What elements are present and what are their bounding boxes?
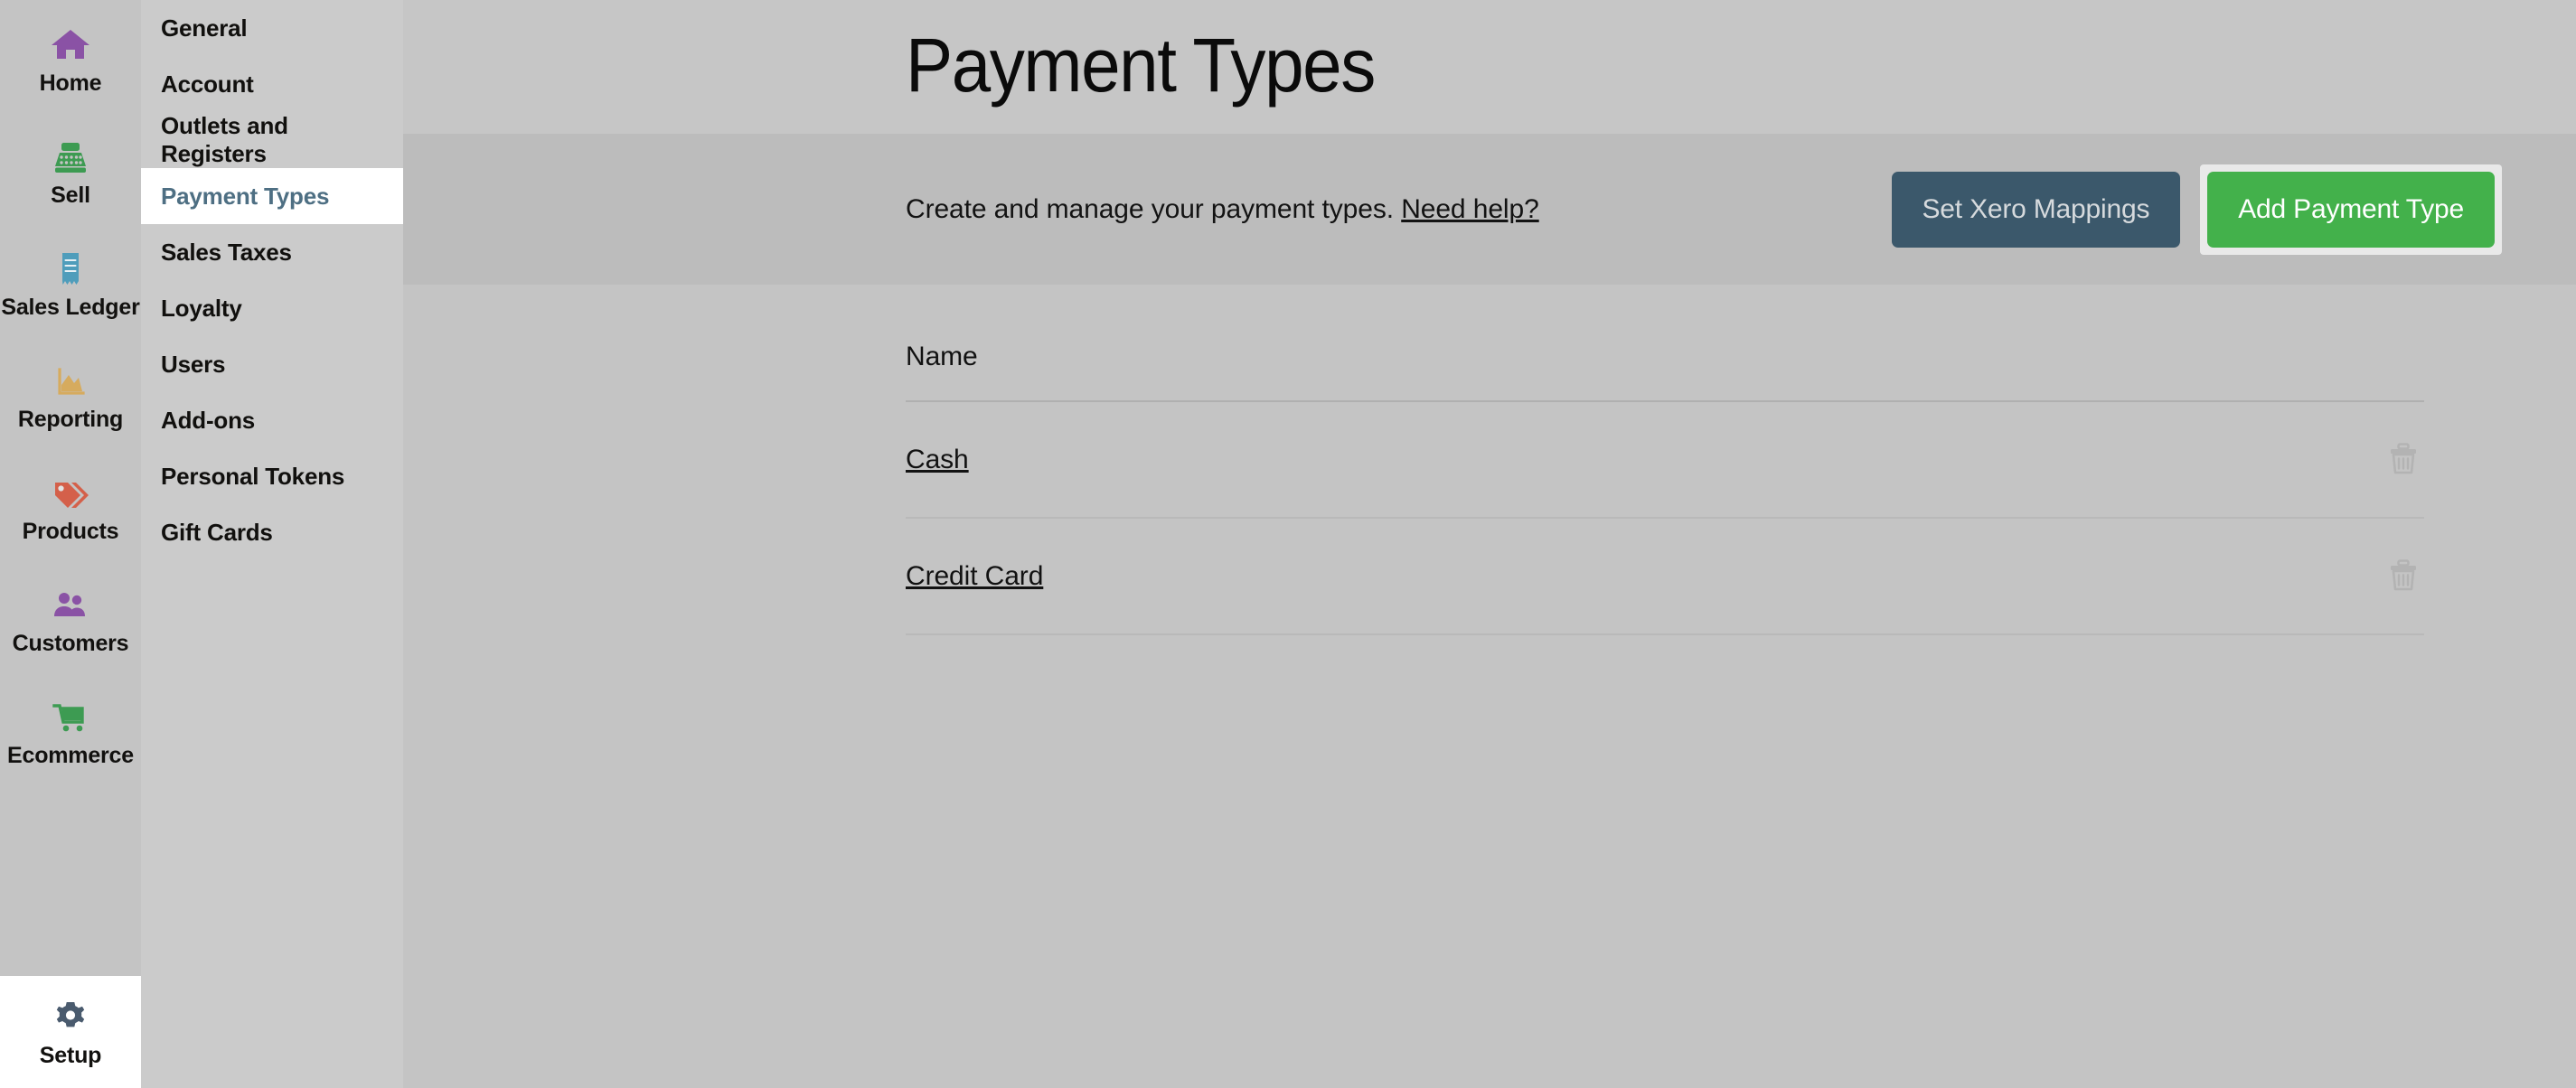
table-body: Cash Credit Card — [906, 401, 2424, 635]
price-tag-icon — [50, 473, 91, 514]
rail-item-label: Setup — [39, 1043, 102, 1068]
table-row: Credit Card — [906, 518, 2424, 635]
subnav-item-users[interactable]: Users — [141, 336, 403, 392]
subnav-item-sales-taxes[interactable]: Sales Taxes — [141, 224, 403, 280]
main-content: Payment Types Create and manage your pay… — [403, 0, 2576, 1088]
table-head: Name — [906, 342, 2424, 402]
subnav-item-label: Payment Types — [161, 182, 330, 210]
payment-types-table: Name Cash Credit Card — [906, 342, 2424, 635]
rail-item-label: Sell — [51, 183, 90, 208]
subnav-item-personal-tokens[interactable]: Personal Tokens — [141, 448, 403, 504]
home-icon — [50, 24, 91, 66]
rail-item-home[interactable]: Home — [0, 4, 141, 116]
rail-item-label: Sales Ledger — [1, 295, 140, 320]
add-payment-type-button[interactable]: Add Payment Type — [2207, 171, 2495, 248]
area-chart-icon — [50, 361, 91, 402]
rail-item-setup[interactable]: Setup — [0, 976, 141, 1088]
subheader-description: Create and manage your payment types. Ne… — [906, 194, 1539, 225]
rail-item-sell[interactable]: Sell — [0, 116, 141, 228]
shopping-cart-icon — [50, 697, 91, 738]
table-row: Cash — [906, 401, 2424, 519]
rail-item-label: Products — [22, 519, 119, 544]
rail-item-products[interactable]: Products — [0, 452, 141, 564]
subnav-item-label: Outlets and Registers — [161, 112, 288, 167]
set-xero-mappings-button[interactable]: Set Xero Mappings — [1891, 171, 2181, 248]
cell-name: Credit Card — [906, 518, 2316, 635]
rail-item-label: Reporting — [17, 407, 124, 432]
subnav-item-label: Users — [161, 350, 226, 378]
page-title: Payment Types — [906, 23, 1376, 108]
subheader-bar: Create and manage your payment types. Ne… — [403, 134, 2576, 285]
delete-payment-type-button[interactable] — [2383, 555, 2424, 596]
payment-types-table-wrapper: Name Cash Credit Card — [906, 285, 2424, 635]
need-help-link[interactable]: Need help? — [1401, 194, 1539, 224]
rail-spacer — [0, 788, 141, 976]
subnav-item-label: Add-ons — [161, 406, 256, 434]
subnav-item-label: Gift Cards — [161, 518, 273, 546]
subnav-item-general[interactable]: General — [141, 0, 403, 56]
column-header-actions — [2316, 342, 2424, 402]
subheader-description-text: Create and manage your payment types. — [906, 193, 1394, 224]
rail-item-reporting[interactable]: Reporting — [0, 340, 141, 452]
payment-type-link-cash[interactable]: Cash — [906, 445, 969, 474]
trash-icon — [2388, 558, 2419, 593]
column-header-name: Name — [906, 342, 2316, 402]
rail-item-label: Customers — [12, 631, 129, 656]
trash-icon — [2388, 442, 2419, 476]
settings-subnav: General Account Outlets and Registers Pa… — [141, 0, 403, 1088]
subnav-item-label: Sales Taxes — [161, 238, 292, 266]
subnav-item-account[interactable]: Account — [141, 56, 403, 112]
content-area: Name Cash Credit Card — [403, 285, 2576, 1088]
cell-actions — [2316, 401, 2424, 519]
delete-payment-type-button[interactable] — [2383, 438, 2424, 480]
primary-nav-rail: Home Sell Sales Ledger Reporting Product… — [0, 0, 141, 1088]
gear-icon — [50, 997, 91, 1038]
page-title-band: Payment Types — [403, 0, 2576, 134]
payment-type-link-credit-card[interactable]: Credit Card — [906, 561, 1043, 591]
subheader-actions: Set Xero Mappings Add Payment Type — [1891, 134, 2502, 285]
register-icon — [50, 136, 91, 178]
subnav-item-loyalty[interactable]: Loyalty — [141, 280, 403, 336]
subnav-item-add-ons[interactable]: Add-ons — [141, 392, 403, 448]
subnav-item-label: Personal Tokens — [161, 462, 345, 490]
subnav-item-label: Loyalty — [161, 294, 242, 322]
add-payment-type-focus-ring: Add Payment Type — [2200, 164, 2502, 255]
receipt-icon — [50, 249, 91, 290]
subnav-item-outlets-and-registers[interactable]: Outlets and Registers — [141, 112, 403, 168]
rail-item-sales-ledger[interactable]: Sales Ledger — [0, 228, 141, 340]
subnav-item-payment-types[interactable]: Payment Types — [141, 168, 403, 224]
subnav-item-gift-cards[interactable]: Gift Cards — [141, 504, 403, 560]
subnav-item-label: Account — [161, 70, 254, 98]
rail-item-label: Ecommerce — [7, 743, 134, 768]
table-header-row: Name — [906, 342, 2424, 402]
rail-item-label: Home — [39, 70, 102, 96]
cell-name: Cash — [906, 401, 2316, 519]
people-icon — [50, 585, 91, 626]
app-window: Home Sell Sales Ledger Reporting Product… — [0, 0, 2576, 1088]
subnav-item-label: General — [161, 14, 248, 42]
rail-item-customers[interactable]: Customers — [0, 564, 141, 676]
cell-actions — [2316, 518, 2424, 635]
rail-item-ecommerce[interactable]: Ecommerce — [0, 676, 141, 788]
